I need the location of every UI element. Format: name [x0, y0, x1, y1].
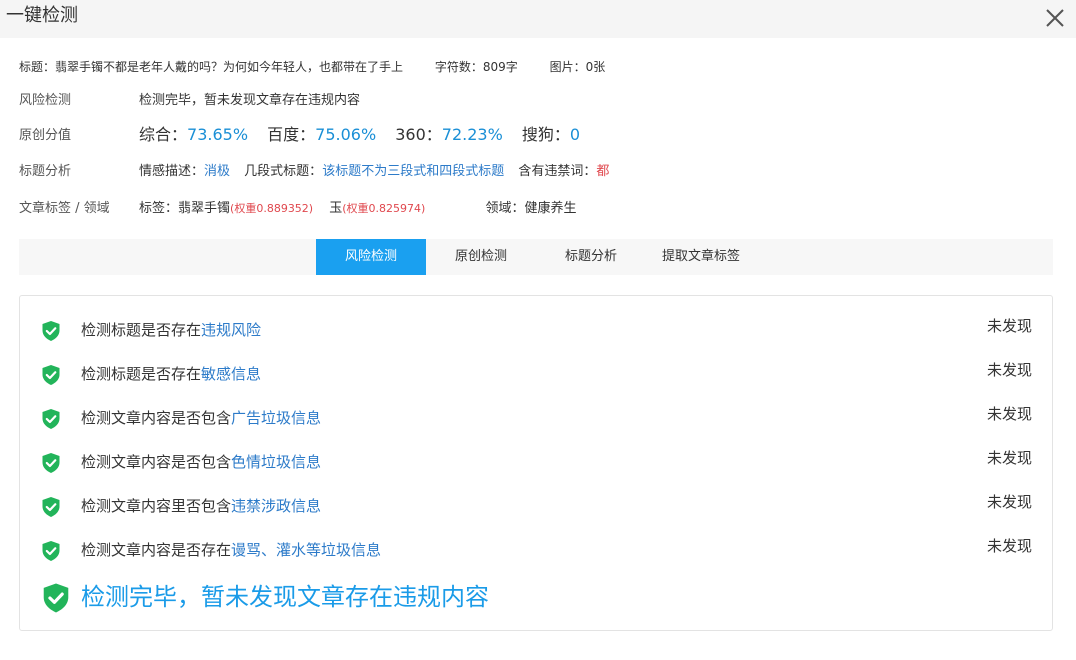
- sentiment-value: 消极: [204, 164, 231, 179]
- check-highlight[interactable]: 谩骂、灌水等垃圾信息: [231, 541, 381, 559]
- check-summary: 检测完毕，暂未发现文章存在违规内容: [20, 579, 1052, 615]
- check-item: 检测标题是否存在违规风险 未发现: [20, 314, 1052, 344]
- title-prefix: 标题：: [19, 60, 56, 74]
- check-status: 未发现: [986, 449, 1032, 467]
- check-status: 未发现: [986, 493, 1032, 511]
- check-highlight[interactable]: 广告垃圾信息: [231, 409, 321, 427]
- dialog-title: 一键检测: [6, 5, 78, 26]
- tags-label: 文章标签 / 领域: [19, 201, 110, 216]
- shield-check-icon: [42, 321, 60, 341]
- risk-label: 风险检测: [19, 93, 72, 108]
- tab-originality-check[interactable]: 原创检测: [426, 239, 536, 275]
- check-prefix: 检测文章内容是否包含: [81, 453, 232, 471]
- tag-2-weight: (权重0.825974): [342, 202, 426, 215]
- banned-label: 含有违禁词：: [518, 164, 597, 179]
- domain-prefix: 领域：: [485, 201, 525, 216]
- originality-scores: 综合：73.65% 百度：75.06% 360：72.23% 搜狗：0: [139, 124, 580, 146]
- tab-risk-check[interactable]: 风险检测: [316, 239, 426, 275]
- tag-1-name: 翡翠手镯: [178, 201, 231, 216]
- image-count: 图片：0张: [549, 60, 606, 74]
- check-text: 检测文章内容是否包含色情垃圾信息: [81, 452, 321, 472]
- check-prefix: 检测文章内容是否包含: [81, 409, 232, 427]
- risk-value: 检测完毕，暂未发现文章存在违规内容: [139, 93, 361, 108]
- check-text: 检测标题是否存在敏感信息: [81, 364, 261, 384]
- baidu-label: 百度：: [267, 125, 316, 144]
- domain-value: 健康养生: [524, 201, 577, 216]
- shield-check-icon: [42, 409, 60, 429]
- tab-bar: 风险检测 原创检测 标题分析 提取文章标签: [19, 239, 1053, 275]
- summary-text: 检测完毕，暂未发现文章存在违规内容: [81, 583, 489, 611]
- check-text: 检测文章内容是否包含广告垃圾信息: [81, 408, 321, 428]
- check-item: 检测文章内容是否包含广告垃圾信息 未发现: [20, 402, 1052, 432]
- segment-label: 几段式标题：: [244, 164, 323, 179]
- tags-prefix: 标签：: [139, 201, 179, 216]
- check-item: 检测标题是否存在敏感信息 未发现: [20, 358, 1052, 388]
- shield-check-icon: [42, 497, 60, 517]
- tags-content: 标签：翡翠手镯(权重0.889352) 玉(权重0.825974) 领域：健康养…: [139, 198, 577, 220]
- s360-label: 360：: [395, 125, 442, 144]
- shield-check-icon: [42, 453, 60, 473]
- risk-row: 风险检测 检测完毕，暂未发现文章存在违规内容: [19, 90, 1059, 112]
- shield-check-icon: [42, 541, 60, 561]
- sentiment-label: 情感描述：: [139, 164, 205, 179]
- char-count: 字符数：809字: [434, 60, 518, 74]
- segment-value: 该标题不为三段式和四段式标题: [322, 164, 505, 179]
- check-status: 未发现: [986, 405, 1032, 423]
- tag-2-name: 玉: [329, 201, 343, 216]
- check-highlight[interactable]: 色情垃圾信息: [231, 453, 321, 471]
- check-item: 检测文章内容里否包含违禁涉政信息 未发现: [20, 490, 1052, 520]
- check-prefix: 检测文章内容是否存在: [81, 541, 232, 559]
- tab-extract-tags[interactable]: 提取文章标签: [646, 239, 756, 275]
- check-text: 检测文章内容是否存在谩骂、灌水等垃圾信息: [81, 540, 381, 560]
- originality-row: 原创分值 综合：73.65% 百度：75.06% 360：72.23% 搜狗：0: [19, 124, 1059, 146]
- check-status: 未发现: [986, 361, 1032, 379]
- risk-results-panel: 检测标题是否存在违规风险 未发现 检测标题是否存在敏感信息 未发现 检测文章内容…: [19, 295, 1053, 631]
- check-status: 未发现: [986, 537, 1032, 555]
- article-title: 翡翠手镯不都是老年人戴的吗？为何如今年轻人，也都带在了手上: [55, 60, 404, 74]
- tab-title-analysis[interactable]: 标题分析: [536, 239, 646, 275]
- check-item: 检测文章内容是否包含色情垃圾信息 未发现: [20, 446, 1052, 476]
- check-highlight[interactable]: 敏感信息: [201, 365, 261, 383]
- check-text: 检测文章内容里否包含违禁涉政信息: [81, 496, 321, 516]
- close-icon[interactable]: [1042, 5, 1068, 31]
- originality-label: 原创分值: [19, 128, 72, 143]
- title-analysis-content: 情感描述：消极 几段式标题：该标题不为三段式和四段式标题 含有违禁词：都: [139, 161, 609, 183]
- dialog-titlebar: 一键检测: [0, 0, 1076, 38]
- article-meta: 标题：翡翠手镯不都是老年人戴的吗？为何如今年轻人，也都带在了手上 字符数：809…: [19, 59, 605, 75]
- check-status: 未发现: [986, 317, 1032, 335]
- check-prefix: 检测标题是否存在: [81, 365, 202, 383]
- s360-score: 72.23%: [441, 125, 503, 144]
- check-text: 检测标题是否存在违规风险: [81, 320, 261, 340]
- check-prefix: 检测标题是否存在: [81, 321, 202, 339]
- check-highlight[interactable]: 违规风险: [201, 321, 261, 339]
- overall-label: 综合：: [139, 125, 188, 144]
- baidu-score: 75.06%: [315, 125, 377, 144]
- tag-1-weight: (权重0.889352): [230, 202, 314, 215]
- check-highlight[interactable]: 违禁涉政信息: [231, 497, 321, 515]
- title-analysis-label: 标题分析: [19, 164, 72, 179]
- shield-check-icon: [42, 365, 60, 385]
- shield-check-icon: [43, 583, 69, 613]
- sogou-score: 0: [569, 125, 581, 144]
- sogou-label: 搜狗：: [521, 125, 570, 144]
- title-analysis-row: 标题分析 情感描述：消极 几段式标题：该标题不为三段式和四段式标题 含有违禁词：…: [19, 161, 1059, 183]
- tags-row: 文章标签 / 领域 标签：翡翠手镯(权重0.889352) 玉(权重0.8259…: [19, 198, 1059, 220]
- banned-word: 都: [596, 164, 610, 179]
- overall-score: 73.65%: [187, 125, 249, 144]
- check-item: 检测文章内容是否存在谩骂、灌水等垃圾信息 未发现: [20, 534, 1052, 564]
- check-prefix: 检测文章内容里否包含: [81, 497, 232, 515]
